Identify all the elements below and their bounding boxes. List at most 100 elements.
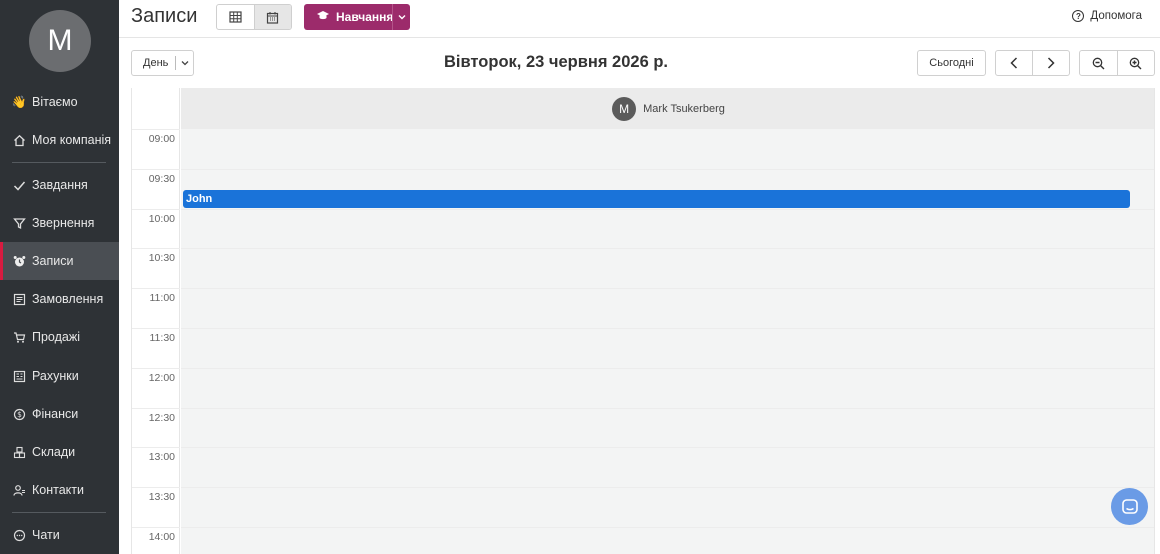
time-label: 10:00 <box>148 213 175 225</box>
time-label: 13:00 <box>148 451 175 463</box>
sidebar-item-orders[interactable]: Замовлення <box>0 280 119 318</box>
grid-slot-line <box>181 368 1154 369</box>
zoom-out-button[interactable] <box>1080 51 1117 75</box>
sidebar-item-chats[interactable]: Чати <box>0 516 119 554</box>
resource-avatar: M <box>612 96 637 121</box>
time-label: 12:30 <box>148 412 175 424</box>
time-label: 12:00 <box>148 372 175 384</box>
table-view-button[interactable] <box>217 5 254 29</box>
alarm-clock-icon <box>12 254 26 268</box>
time-label: 10:30 <box>148 252 175 264</box>
sidebar-item-appointments[interactable]: Записи <box>0 242 119 280</box>
training-label: Навчання <box>336 10 394 24</box>
chevron-left-icon <box>1010 57 1018 69</box>
grid-slot-line <box>181 447 1154 448</box>
time-label: 11:30 <box>149 332 176 344</box>
sidebar-item-label: Фінанси <box>32 407 79 421</box>
grid-slot-line <box>181 527 1154 528</box>
time-slot-divider <box>132 328 180 329</box>
grid-slot-line <box>181 487 1154 488</box>
help-link[interactable]: ? Допомога <box>1072 10 1142 22</box>
training-button[interactable]: Навчання <box>304 4 410 30</box>
time-slot-divider <box>132 288 180 289</box>
boxes-icon <box>12 445 26 459</box>
zoom-in-button[interactable] <box>1116 51 1155 75</box>
sidebar-item-label: Рахунки <box>32 369 79 383</box>
chat-bubble-icon <box>1121 498 1138 514</box>
sidebar-item-finance[interactable]: $ Фінанси <box>0 395 119 433</box>
current-date-title: Вівторок, 23 червня 2026 р. <box>444 53 668 71</box>
today-button[interactable]: Сьогодні <box>917 50 986 76</box>
resource-name: Mark Tsukerberg <box>643 102 725 115</box>
funnel-icon <box>12 216 26 230</box>
sidebar-item-welcome[interactable]: 👋 Вітаємо <box>0 83 119 121</box>
order-list-icon <box>12 292 26 306</box>
day-calendar: 09:00 09:30 10:00 10:30 11:00 11:30 12:00 12:30… <box>131 88 1155 554</box>
sidebar-item-label: Записи <box>32 254 74 268</box>
zoom-controls <box>1079 50 1155 76</box>
time-slot-divider <box>132 487 180 488</box>
page-header: Записи Навчання ? Допомога <box>119 0 1160 38</box>
contacts-icon <box>12 483 26 497</box>
time-label: 11:00 <box>149 292 176 304</box>
view-toggle <box>216 4 292 30</box>
previous-day-button[interactable] <box>996 51 1032 75</box>
sidebar-item-requests[interactable]: Звернення <box>0 204 119 242</box>
sidebar-divider <box>12 162 106 163</box>
live-chat-button[interactable] <box>1111 488 1148 525</box>
grid-slot-line <box>181 209 1154 210</box>
sidebar-item-contacts[interactable]: Контакти <box>0 471 119 509</box>
dollar-circle-icon: $ <box>12 407 26 421</box>
question-circle-icon: ? <box>1072 10 1085 22</box>
calendar-icon <box>267 11 279 24</box>
sidebar: M 👋 Вітаємо Моя компанія Завдання Зверне… <box>0 0 119 554</box>
date-navigation <box>995 50 1070 76</box>
sidebar-item-label: Контакти <box>32 483 84 497</box>
grid-slot-line <box>181 248 1154 249</box>
cart-icon <box>12 330 26 344</box>
time-slot-divider <box>132 248 180 249</box>
chevron-down-icon <box>398 15 405 20</box>
time-label: 09:30 <box>148 173 175 185</box>
next-day-button[interactable] <box>1032 51 1069 75</box>
grid-slot-line <box>181 408 1154 409</box>
sidebar-item-label: Звернення <box>32 216 95 230</box>
sidebar-item-sales[interactable]: Продажі <box>0 318 119 356</box>
view-range-value: День <box>143 57 169 69</box>
sidebar-item-label: Моя компанія <box>32 133 112 147</box>
resource-header: M Mark Tsukerberg <box>181 88 1154 129</box>
chat-icon <box>12 528 26 542</box>
view-range-select[interactable]: День <box>131 50 194 76</box>
time-label: 13:30 <box>148 491 175 503</box>
sidebar-item-warehouses[interactable]: Склади <box>0 433 119 471</box>
time-column: 09:00 09:30 10:00 10:30 11:00 11:30 12:00 12:30… <box>132 88 180 554</box>
chevron-right-icon <box>1047 57 1055 69</box>
sidebar-item-invoices[interactable]: Рахунки <box>0 357 119 395</box>
sidebar-item-label: Завдання <box>32 178 88 192</box>
time-slot-divider <box>132 169 180 170</box>
sidebar-divider <box>12 512 106 513</box>
sidebar-item-tasks[interactable]: Завдання <box>0 166 119 204</box>
invoice-icon <box>12 369 26 383</box>
zoom-in-icon <box>1129 57 1142 69</box>
sidebar-item-company[interactable]: Моя компанія <box>0 121 119 159</box>
time-slot-divider <box>132 447 180 448</box>
training-dropdown-toggle[interactable] <box>392 4 410 30</box>
home-icon <box>12 133 26 147</box>
sidebar-item-label: Продажі <box>32 330 80 344</box>
time-slot-divider <box>132 408 180 409</box>
appointment-event[interactable]: John <box>183 190 1130 208</box>
time-slot-divider <box>132 209 180 210</box>
check-icon <box>12 178 26 192</box>
chevron-down-icon <box>181 61 189 66</box>
time-label: 14:00 <box>148 531 175 543</box>
user-avatar[interactable]: M <box>29 10 91 72</box>
event-title: John <box>186 193 213 205</box>
sidebar-item-label: Чати <box>32 528 60 542</box>
table-icon <box>229 11 242 23</box>
grid-slot-line <box>181 288 1154 289</box>
calendar-view-button[interactable] <box>253 5 291 29</box>
wave-hand-icon: 👋 <box>11 95 27 109</box>
grid-slot-line <box>181 169 1154 170</box>
zoom-out-icon <box>1092 57 1105 69</box>
